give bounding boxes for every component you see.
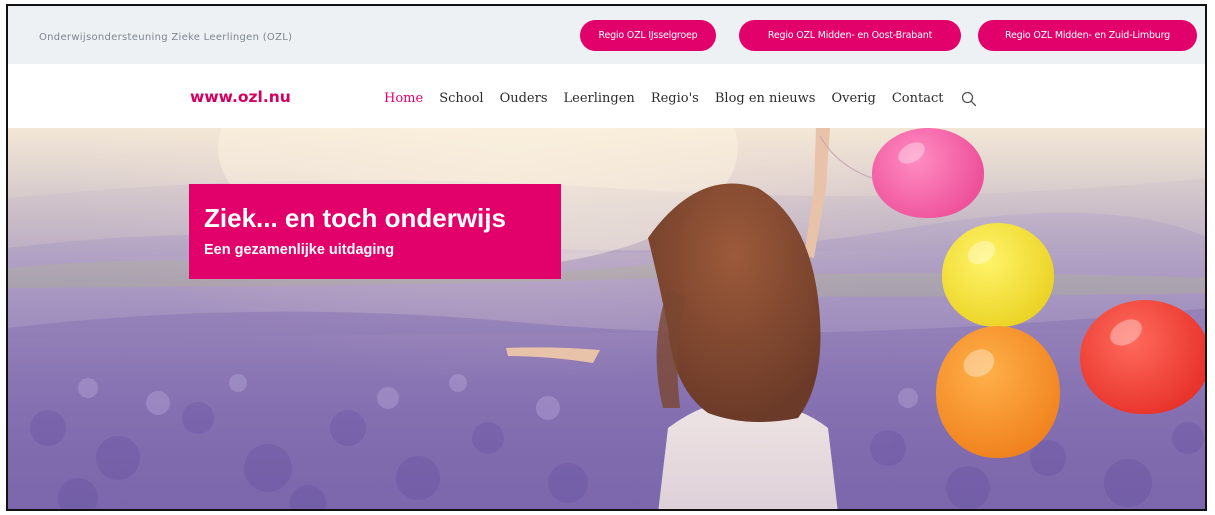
red-balloon: [1080, 300, 1205, 414]
site-tagline: Onderwijsondersteuning Zieke Leerlingen …: [39, 32, 293, 43]
nav-item-home[interactable]: Home: [384, 91, 423, 106]
pink-balloon: [872, 128, 984, 218]
nav-item-contact[interactable]: Contact: [892, 91, 944, 106]
nav-item-regios[interactable]: Regio's: [651, 91, 699, 106]
orange-balloon: [936, 326, 1060, 458]
region-midden-zuid-limburg-button[interactable]: Regio OZL Midden- en Zuid-Limburg: [978, 20, 1197, 51]
top-bar: Onderwijsondersteuning Zieke Leerlingen …: [8, 6, 1205, 64]
nav-item-overig[interactable]: Overig: [831, 91, 875, 106]
main-navigation: www.ozl.nu Home School Ouders Leerlingen…: [8, 64, 1205, 128]
nav-item-ouders[interactable]: Ouders: [500, 91, 548, 106]
nav-item-blog-en-nieuws[interactable]: Blog en nieuws: [715, 91, 816, 106]
nav-links: Home School Ouders Leerlingen Regio's Bl…: [384, 90, 977, 107]
hero-title: Ziek... en toch onderwijs: [204, 203, 506, 233]
nav-item-leerlingen[interactable]: Leerlingen: [564, 91, 635, 106]
site-logo[interactable]: www.ozl.nu: [190, 88, 291, 106]
region-ijsselgroep-button[interactable]: Regio OZL IJsselgroep: [580, 20, 716, 51]
hero-banner: Ziek... en toch onderwijs Een gezamenlij…: [8, 128, 1205, 509]
hero-subtitle: Een gezamenlijke uitdaging: [204, 242, 395, 258]
region-midden-oost-brabant-button[interactable]: Regio OZL Midden- en Oost-Brabant: [739, 20, 961, 51]
page-frame: Onderwijsondersteuning Zieke Leerlingen …: [6, 4, 1207, 511]
search-icon[interactable]: [961, 91, 977, 107]
hero-caption-box: Ziek... en toch onderwijs Een gezamenlij…: [189, 184, 561, 279]
nav-item-school[interactable]: School: [439, 91, 483, 106]
yellow-balloon: [942, 223, 1054, 327]
